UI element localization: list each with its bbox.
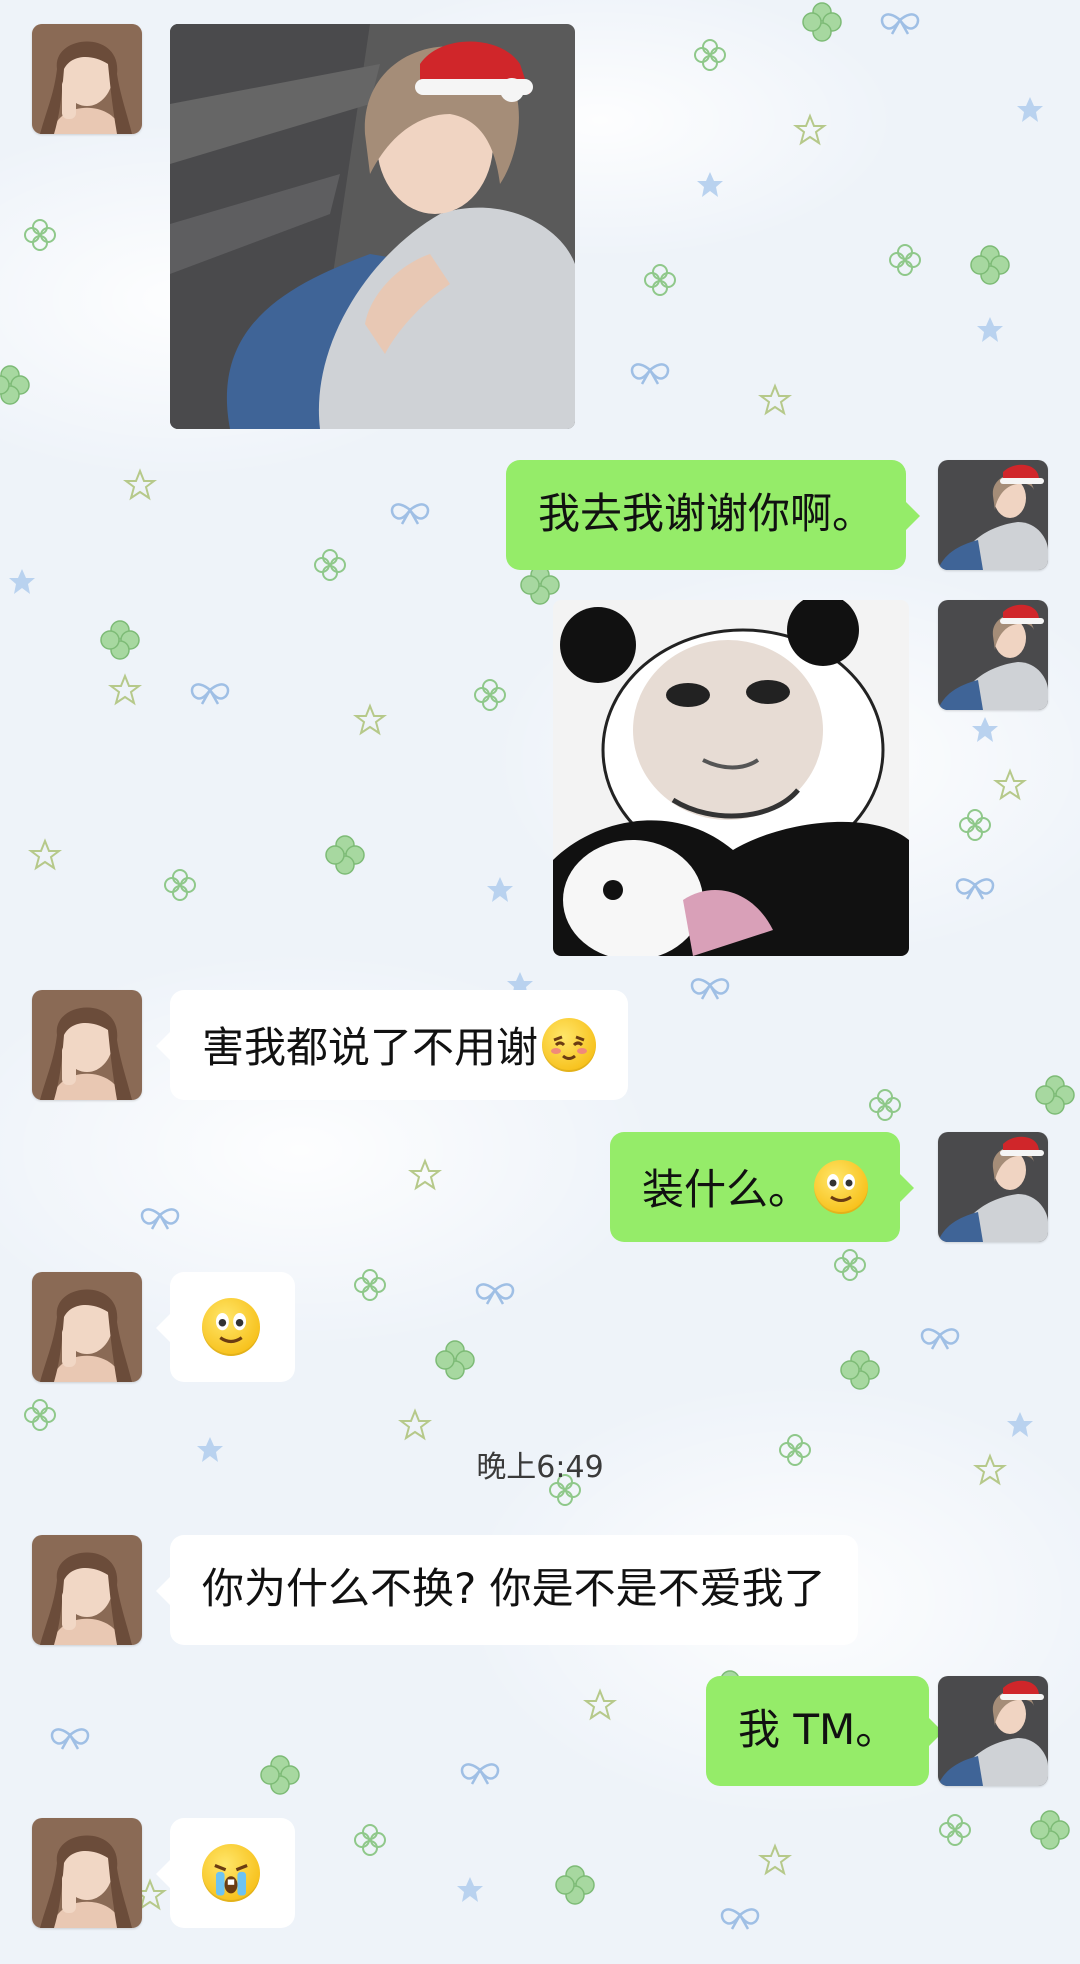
message-text: 我 TM。 <box>738 1705 898 1754</box>
contact-avatar-icon <box>32 990 142 1100</box>
outgoing-image-message[interactable] <box>553 600 909 956</box>
self-avatar[interactable] <box>938 1676 1048 1786</box>
smile-emoji-icon <box>202 1298 260 1356</box>
contact-avatar-icon <box>32 24 142 134</box>
incoming-emoji-bubble[interactable] <box>156 1272 295 1382</box>
contact-avatar-icon <box>32 1272 142 1382</box>
contact-avatar[interactable] <box>32 1272 142 1382</box>
contact-avatar[interactable] <box>32 990 142 1100</box>
message-text: 你为什么不换? 你是不是不爱我了 <box>202 1564 826 1613</box>
self-avatar-icon <box>938 460 1048 570</box>
contact-avatar[interactable] <box>32 24 142 134</box>
smile-emoji-icon <box>814 1160 869 1214</box>
self-avatar[interactable] <box>938 460 1048 570</box>
contact-avatar-icon <box>32 1535 142 1645</box>
incoming-message-bubble[interactable]: 害我都说了不用谢 <box>155 990 629 1100</box>
message-text: 害我都说了不用谢 <box>202 1023 539 1072</box>
self-avatar[interactable] <box>938 600 1048 710</box>
message-text: 我去我谢谢你啊。 <box>538 489 875 538</box>
photo-boy-santa-hat-icon <box>170 24 575 429</box>
outgoing-message-bubble[interactable]: 我去我谢谢你啊。 <box>506 460 921 570</box>
shy-smile-emoji-icon <box>542 1018 597 1072</box>
self-avatar-icon <box>938 1676 1048 1786</box>
self-avatar-icon <box>938 600 1048 710</box>
message-text: 装什么。 <box>642 1165 811 1214</box>
crying-emoji-icon <box>202 1844 260 1902</box>
contact-avatar[interactable] <box>32 1818 142 1928</box>
contact-avatar-icon <box>32 1818 142 1928</box>
outgoing-message-bubble[interactable]: 装什么。 <box>610 1132 915 1242</box>
contact-avatar[interactable] <box>32 1535 142 1645</box>
panda-face-meme-icon <box>553 600 909 956</box>
incoming-message-bubble[interactable]: 你为什么不换? 你是不是不爱我了 <box>156 1535 858 1645</box>
incoming-image-message[interactable] <box>170 24 575 429</box>
self-avatar[interactable] <box>938 1132 1048 1242</box>
self-avatar-icon <box>938 1132 1048 1242</box>
outgoing-message-bubble[interactable]: 我 TM。 <box>706 1676 944 1786</box>
message-timestamp: 晚上6:49 <box>476 1450 604 1485</box>
incoming-emoji-bubble[interactable] <box>156 1818 295 1928</box>
